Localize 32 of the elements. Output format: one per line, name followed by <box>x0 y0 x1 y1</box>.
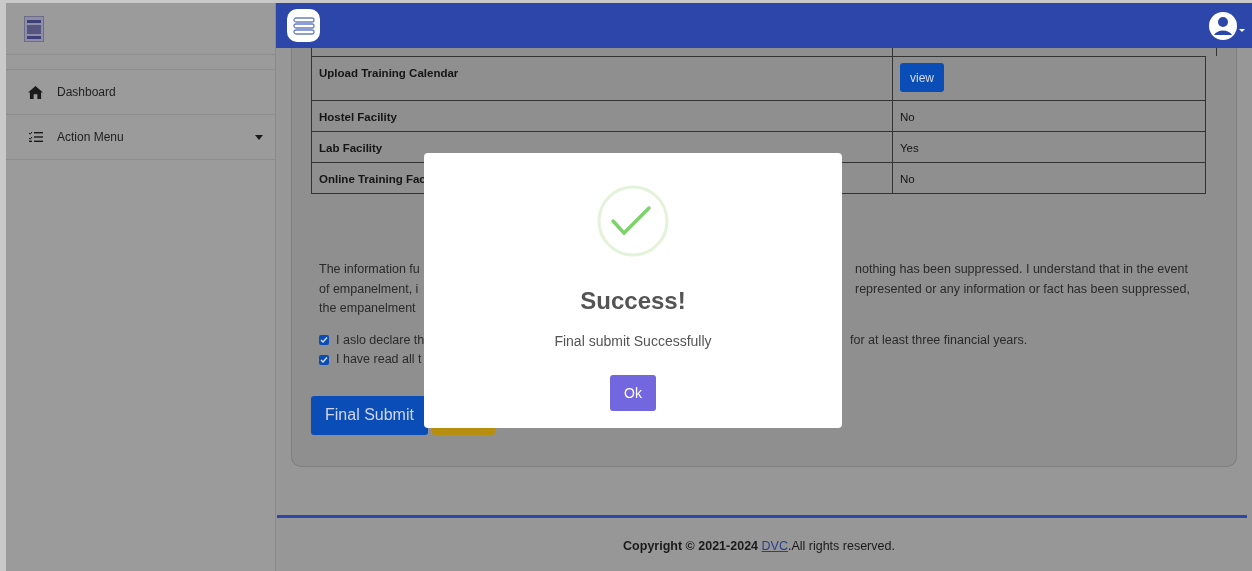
table-cell: Yes <box>900 142 919 154</box>
checkbox[interactable] <box>319 354 329 365</box>
declaration-text: nothing has been suppressed. I understand that in the event <box>855 261 1189 278</box>
table-cell: No <box>900 173 915 185</box>
checkbox-label: for at least three financial years. <box>850 331 1028 349</box>
checkbox-label: I have read all t <box>336 351 423 368</box>
declaration-text: The information fu <box>319 261 420 278</box>
checklist-icon <box>28 131 43 143</box>
declaration-text: the empanelment <box>319 300 417 317</box>
ok-button[interactable]: Ok <box>610 375 656 411</box>
home-icon <box>28 85 43 99</box>
menu-button[interactable] <box>287 9 320 42</box>
table-cell: Hostel Facility <box>311 100 893 132</box>
caret-icon <box>255 134 263 140</box>
checkbox-label: I aslo declare th <box>336 331 426 349</box>
table-cell: No <box>900 111 915 123</box>
success-check-icon <box>597 185 669 257</box>
declaration-text: of empanelment, i <box>319 280 420 298</box>
dialog-title: Success! <box>580 286 686 316</box>
menu-icon <box>292 16 315 35</box>
table-cell: Upload Training Calendar <box>311 56 893 101</box>
sidebar-item[interactable]: Dashboard <box>6 70 275 115</box>
checkbox[interactable] <box>319 335 329 346</box>
copyright-text: Copyright © 2021-2024 DVC.All rights reserved. <box>623 537 895 555</box>
declaration-text: represented or any information or fact has been suppressed, <box>855 280 1191 298</box>
view-button[interactable]: view <box>900 63 944 92</box>
sidebar-item[interactable]: Action Menu <box>6 115 275 160</box>
account-icon[interactable] <box>1208 10 1246 41</box>
dialog-message: Final submit Successfully <box>554 332 712 351</box>
dvc-link[interactable]: DVC <box>761 538 788 553</box>
logo <box>24 15 44 42</box>
final-submit-button[interactable]: Final Submit <box>311 395 428 435</box>
